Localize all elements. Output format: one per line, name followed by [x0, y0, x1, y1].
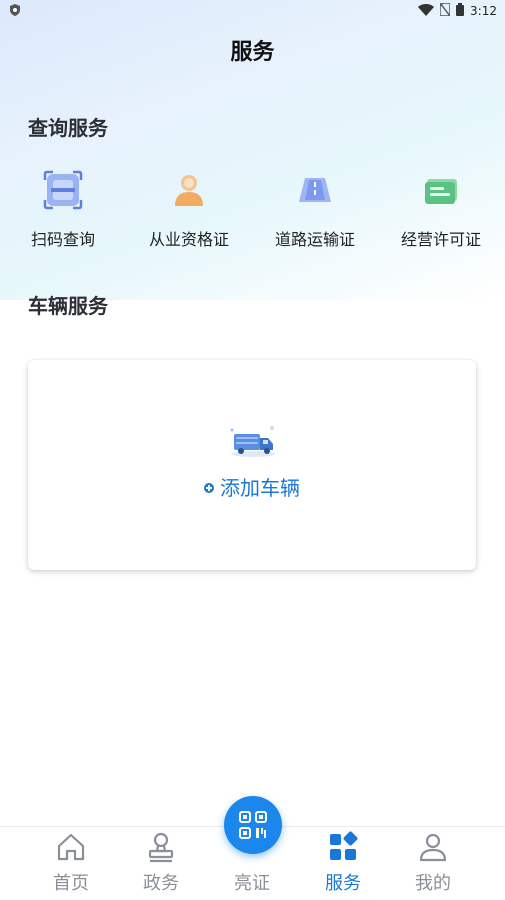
license-card-icon: [419, 168, 463, 212]
query-item-label: 从业资格证: [148, 230, 229, 249]
tab-home[interactable]: 首页: [26, 831, 116, 895]
home-icon: [55, 831, 87, 863]
tab-services[interactable]: 服务: [298, 831, 388, 895]
tab-label: 政务: [143, 873, 179, 894]
user-icon: [417, 831, 449, 863]
query-item-label: 经营许可证: [400, 230, 481, 249]
show-license-button[interactable]: [224, 796, 282, 854]
query-item-road-transport[interactable]: 道路运输证: [255, 168, 375, 250]
tab-label: 首页: [53, 873, 89, 894]
query-item-label: 扫码查询: [30, 230, 95, 249]
battery-icon: [456, 3, 465, 19]
road-icon: [293, 168, 337, 212]
tab-label: 我的: [415, 873, 451, 894]
page-title: 服务: [230, 40, 275, 65]
truck-icon: [228, 422, 278, 458]
query-services-grid: 扫码查询 从业资格证 道路运输证 经营许可证: [0, 168, 505, 258]
shield-icon: [10, 4, 20, 19]
query-item-qualification[interactable]: 从业资格证: [129, 168, 249, 250]
query-item-label: 道路运输证: [274, 230, 355, 249]
add-vehicle-button[interactable]: 添加车辆: [28, 472, 476, 501]
status-bar: 3:12: [0, 0, 505, 22]
qr-code-icon: [239, 811, 267, 839]
stamp-icon: [145, 831, 177, 863]
status-time: 3:12: [470, 4, 497, 18]
tab-government[interactable]: 政务: [116, 831, 206, 895]
query-item-scan[interactable]: 扫码查询: [3, 168, 123, 250]
wifi-icon: [418, 3, 435, 19]
add-vehicle-card[interactable]: 添加车辆: [28, 360, 476, 570]
person-icon: [167, 168, 211, 212]
query-section-title: 查询服务: [28, 116, 108, 140]
vehicle-section-title: 车辆服务: [28, 294, 108, 318]
tab-label: 亮证: [234, 873, 270, 894]
add-vehicle-label: 添加车辆: [220, 476, 300, 500]
grid-services-icon: [327, 831, 359, 863]
tab-label: 服务: [325, 873, 361, 894]
tab-mine[interactable]: 我的: [388, 831, 478, 895]
no-sim-icon: [439, 2, 451, 19]
plus-icon: [204, 482, 214, 493]
scan-frame-icon: [41, 168, 85, 212]
query-item-business-license[interactable]: 经营许可证: [381, 168, 501, 250]
